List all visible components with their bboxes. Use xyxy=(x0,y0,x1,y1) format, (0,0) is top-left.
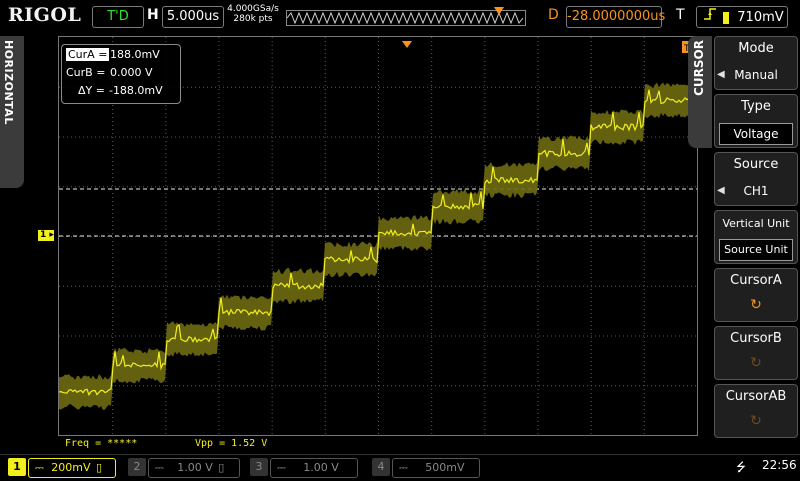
menu-cursor-ab-title: CursorAB xyxy=(725,389,787,404)
horizontal-tab-label: HORIZONTAL xyxy=(2,40,15,125)
ch1-source-badge xyxy=(723,11,730,24)
cursor-a-label: CurA = xyxy=(66,48,110,61)
brand-logo: RIGOL xyxy=(8,4,82,26)
dc-coupling-icon: ⎓ xyxy=(277,461,286,474)
waveform-persistence-band xyxy=(59,56,697,410)
menu-vertical-unit[interactable]: Vertical Unit Source Unit xyxy=(714,210,798,264)
horizontal-label: H xyxy=(147,7,159,23)
dc-coupling-icon: ⎓ xyxy=(155,461,164,474)
delay-label: D xyxy=(548,7,559,23)
ch2-scale: 1.00 V xyxy=(177,461,213,474)
menu-source-title: Source xyxy=(733,157,779,172)
knob-icon: ↻ xyxy=(750,413,762,429)
menu-cursor-b-title: CursorB xyxy=(730,331,782,346)
cursor-menu-tab[interactable]: CURSOR xyxy=(688,36,712,148)
cursor-menu: Mode ◀ Manual Type Voltage Source ◀ CH1 … xyxy=(712,36,800,452)
menu-vertical-unit-title: Vertical Unit xyxy=(722,217,790,230)
ch3-scale-button[interactable]: ⎓ 1.00 V xyxy=(270,458,358,478)
menu-vertical-unit-value: Source Unit xyxy=(719,239,793,261)
menu-cursor-a[interactable]: CursorA ↻ xyxy=(714,268,798,322)
usb-icon: ⭍ xyxy=(736,460,746,474)
sample-info: 4.000GSa/s 280k pts xyxy=(226,4,280,24)
menu-mode[interactable]: Mode ◀ Manual xyxy=(714,36,798,90)
trigger-label: T xyxy=(676,7,685,23)
memory-depth: 280k pts xyxy=(233,14,273,24)
ch2-number[interactable]: 2 xyxy=(128,458,146,476)
cursor-b-value: 0.000 V xyxy=(110,66,153,79)
vpp-measurement: Vpp = 1.52 V xyxy=(195,438,268,449)
bandwidth-icon: ▯ xyxy=(96,461,103,474)
ch4-number[interactable]: 4 xyxy=(372,458,390,476)
menu-type-title: Type xyxy=(741,99,771,114)
ch4-scale-button[interactable]: ⎓ 500mV xyxy=(392,458,480,478)
delta-y-value: -188.0mV xyxy=(108,84,163,97)
sample-rate: 4.000GSa/s xyxy=(227,4,279,14)
menu-cursor-b[interactable]: CursorB ↻ xyxy=(714,326,798,380)
cursor-b-label: CurB = xyxy=(66,66,106,79)
dc-coupling-icon: ⎓ xyxy=(35,461,44,474)
ch4-scale: 500mV xyxy=(425,461,465,474)
memory-position-bar xyxy=(286,10,526,26)
menu-mode-value: Manual xyxy=(734,68,778,82)
trigger-settings[interactable]: 710mV xyxy=(696,6,788,28)
dc-coupling-icon: ⎓ xyxy=(399,461,408,474)
run-status[interactable]: T'D xyxy=(92,6,144,28)
timebase-value[interactable]: 5.000us xyxy=(162,6,224,28)
freq-measurement: Freq = ***** xyxy=(65,438,138,449)
menu-cursor-a-title: CursorA xyxy=(730,273,782,288)
ch1-ground-marker[interactable]: 1 ▸ xyxy=(38,230,54,241)
menu-cursor-ab[interactable]: CursorAB ↻ xyxy=(714,384,798,438)
cursor-tab-label: CURSOR xyxy=(692,40,706,96)
cursor-a-value: 188.0mV xyxy=(110,48,160,61)
trigger-time-marker-icon xyxy=(402,34,412,48)
bandwidth-icon: ▯ xyxy=(218,461,225,474)
delta-y-label: ΔY = xyxy=(78,84,105,97)
knob-icon: ↻ xyxy=(750,355,762,371)
ch3-scale: 1.00 V xyxy=(303,461,339,474)
trigger-position-icon xyxy=(494,2,504,15)
menu-source[interactable]: Source ◀ CH1 xyxy=(714,152,798,206)
cursor-readout-box: CurA = 188.0mV CurB = 0.000 V ΔY = -188.0mV xyxy=(61,44,181,104)
ch1-scale-button[interactable]: ⎓ 200mV ▯ xyxy=(28,458,116,478)
knob-icon: ↻ xyxy=(750,297,762,313)
menu-type[interactable]: Type Voltage xyxy=(714,94,798,148)
ch3-number[interactable]: 3 xyxy=(250,458,268,476)
trigger-level: 710mV xyxy=(737,10,784,25)
ch2-scale-button[interactable]: ⎓ 1.00 V ▯ xyxy=(148,458,240,478)
delay-value[interactable]: -28.0000000us xyxy=(566,6,665,28)
menu-source-value: CH1 xyxy=(743,184,769,198)
menu-mode-title: Mode xyxy=(738,41,774,56)
rising-edge-icon xyxy=(703,7,717,28)
menu-type-value: Voltage xyxy=(719,123,793,145)
clock: 22:56 xyxy=(762,458,797,472)
horizontal-tab[interactable]: HORIZONTAL xyxy=(0,36,24,188)
ch1-scale: 200mV xyxy=(51,461,91,474)
ch1-number[interactable]: 1 xyxy=(8,458,26,476)
